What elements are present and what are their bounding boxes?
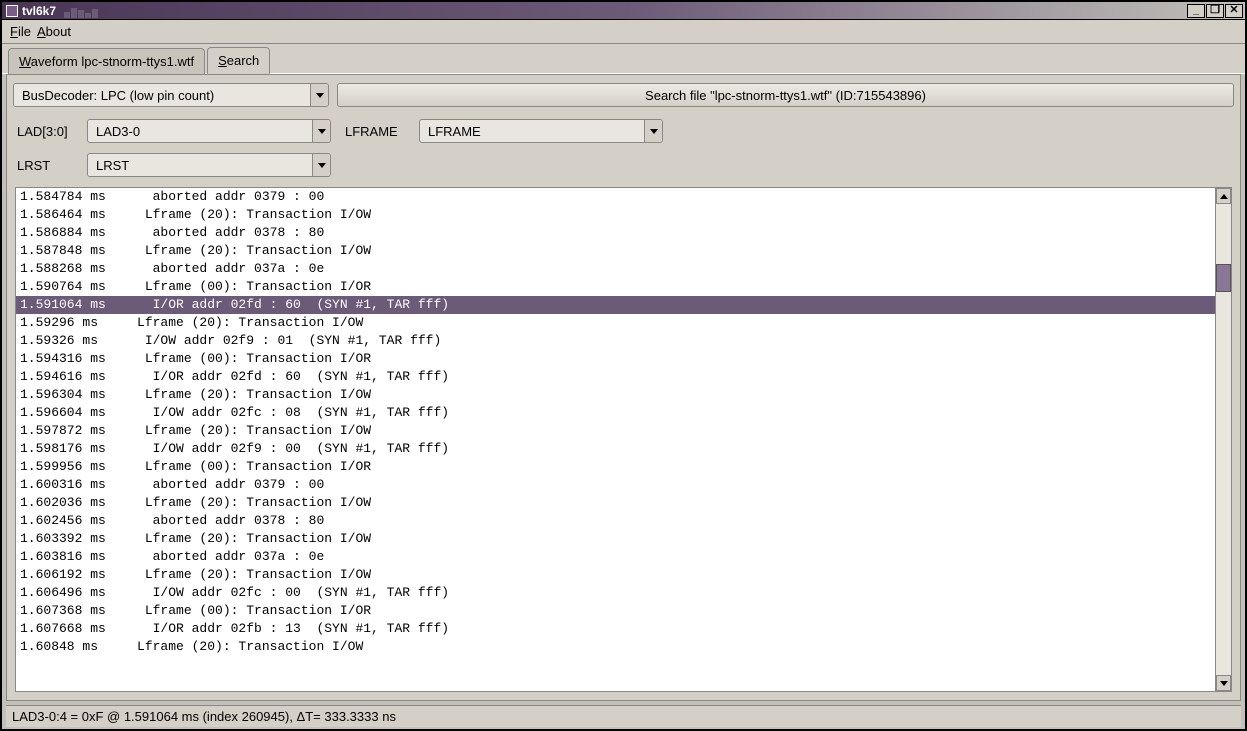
result-row[interactable]: 1.602456 ms aborted addr 0378 : 80 (16, 512, 1215, 530)
window-title: tvl6k7 (22, 4, 56, 18)
lad-combo[interactable]: LAD3-0 (87, 119, 331, 143)
result-row[interactable]: 1.607668 ms I/OR addr 02fb : 13 (SYN #1,… (16, 620, 1215, 638)
result-row[interactable]: 1.596604 ms I/OW addr 02fc : 08 (SYN #1,… (16, 404, 1215, 422)
tab-waveform-rest: aveform lpc-stnorm-ttys1.wtf (31, 54, 194, 69)
status-text: LAD3-0:4 = 0xF @ 1.591064 ms (index 2609… (12, 709, 396, 724)
lframe-combo-text: LFRAME (428, 124, 644, 139)
result-row[interactable]: 1.594316 ms Lframe (00): Transaction I/O… (16, 350, 1215, 368)
result-row[interactable]: 1.587848 ms Lframe (20): Transaction I/O… (16, 242, 1215, 260)
result-row[interactable]: 1.607368 ms Lframe (00): Transaction I/O… (16, 602, 1215, 620)
search-file-button-label: Search file "lpc-stnorm-ttys1.wtf" (ID:7… (645, 88, 926, 103)
tab-waveform[interactable]: Waveform lpc-stnorm-ttys1.wtf (8, 48, 205, 74)
scroll-thumb[interactable] (1216, 264, 1231, 292)
decoder-combo-text: BusDecoder: LPC (low pin count) (22, 88, 310, 103)
statusbar: LAD3-0:4 = 0xF @ 1.591064 ms (index 2609… (6, 705, 1241, 727)
result-row[interactable]: 1.60848 ms Lframe (20): Transaction I/OW (16, 638, 1215, 656)
chevron-down-icon[interactable] (644, 120, 662, 142)
toolbar-row: BusDecoder: LPC (low pin count) Search f… (7, 75, 1240, 115)
result-row[interactable]: 1.591064 ms I/OR addr 02fd : 60 (SYN #1,… (16, 296, 1215, 314)
scroll-down-button[interactable] (1216, 675, 1231, 691)
lframe-label: LFRAME (345, 124, 405, 139)
result-row[interactable]: 1.588268 ms aborted addr 037a : 0e (16, 260, 1215, 278)
content-panel: BusDecoder: LPC (low pin count) Search f… (6, 74, 1241, 701)
result-row[interactable]: 1.600316 ms aborted addr 0379 : 00 (16, 476, 1215, 494)
param-row-2: LRST LRST (7, 153, 1240, 187)
scroll-track[interactable] (1216, 204, 1231, 675)
result-row[interactable]: 1.59296 ms Lframe (20): Transaction I/OW (16, 314, 1215, 332)
chevron-down-icon[interactable] (310, 84, 328, 106)
titlebar[interactable]: tvl6k7 _ ❐ ✕ (2, 2, 1245, 20)
titlebar-controls: _ ❐ ✕ (1187, 4, 1245, 18)
menubar: File About (2, 20, 1245, 44)
lrst-label: LRST (17, 158, 73, 173)
param-row-1: LAD[3:0] LAD3-0 LFRAME LFRAME (7, 115, 1240, 153)
result-row[interactable]: 1.603816 ms aborted addr 037a : 0e (16, 548, 1215, 566)
lrst-combo[interactable]: LRST (87, 153, 331, 177)
result-row[interactable]: 1.596304 ms Lframe (20): Transaction I/O… (16, 386, 1215, 404)
close-icon: ✕ (1229, 5, 1238, 16)
maximize-button[interactable]: ❐ (1206, 4, 1224, 18)
results-list-wrap: 1.584784 ms aborted addr 0379 : 001.5864… (15, 187, 1232, 692)
scroll-up-button[interactable] (1216, 188, 1231, 204)
vertical-scrollbar[interactable] (1215, 188, 1231, 691)
result-row[interactable]: 1.606192 ms Lframe (20): Transaction I/O… (16, 566, 1215, 584)
app-icon (6, 5, 18, 17)
result-row[interactable]: 1.598176 ms I/OW addr 02f9 : 00 (SYN #1,… (16, 440, 1215, 458)
decoder-combo[interactable]: BusDecoder: LPC (low pin count) (13, 83, 329, 107)
result-row[interactable]: 1.586884 ms aborted addr 0378 : 80 (16, 224, 1215, 242)
results-list[interactable]: 1.584784 ms aborted addr 0379 : 001.5864… (16, 188, 1215, 691)
lad-combo-text: LAD3-0 (96, 124, 312, 139)
result-row[interactable]: 1.59326 ms I/OW addr 02f9 : 01 (SYN #1, … (16, 332, 1215, 350)
maximize-icon: ❐ (1210, 5, 1220, 16)
menu-file[interactable]: File (10, 24, 31, 39)
result-row[interactable]: 1.586464 ms Lframe (20): Transaction I/O… (16, 206, 1215, 224)
minimize-icon: _ (1193, 5, 1199, 16)
result-row[interactable]: 1.599956 ms Lframe (00): Transaction I/O… (16, 458, 1215, 476)
result-row[interactable]: 1.602036 ms Lframe (20): Transaction I/O… (16, 494, 1215, 512)
chevron-down-icon[interactable] (312, 154, 330, 176)
result-row[interactable]: 1.606496 ms I/OW addr 02fc : 00 (SYN #1,… (16, 584, 1215, 602)
titlebar-left: tvl6k7 (2, 4, 104, 18)
search-file-button[interactable]: Search file "lpc-stnorm-ttys1.wtf" (ID:7… (337, 83, 1234, 107)
menu-about[interactable]: About (37, 24, 71, 39)
tab-search[interactable]: Search (207, 47, 270, 74)
tabbar: Waveform lpc-stnorm-ttys1.wtf Search (2, 44, 1245, 74)
result-row[interactable]: 1.597872 ms Lframe (20): Transaction I/O… (16, 422, 1215, 440)
lframe-combo[interactable]: LFRAME (419, 119, 663, 143)
result-row[interactable]: 1.590764 ms Lframe (00): Transaction I/O… (16, 278, 1215, 296)
minimize-button[interactable]: _ (1187, 4, 1205, 18)
app-window: tvl6k7 _ ❐ ✕ File About Waveform lpc-stn… (0, 0, 1247, 731)
close-button[interactable]: ✕ (1225, 4, 1243, 18)
chevron-down-icon[interactable] (312, 120, 330, 142)
titlebar-deco-icon (64, 4, 104, 18)
lrst-combo-text: LRST (96, 158, 312, 173)
result-row[interactable]: 1.603392 ms Lframe (20): Transaction I/O… (16, 530, 1215, 548)
result-row[interactable]: 1.594616 ms I/OR addr 02fd : 60 (SYN #1,… (16, 368, 1215, 386)
lad-label: LAD[3:0] (17, 124, 73, 139)
result-row[interactable]: 1.584784 ms aborted addr 0379 : 00 (16, 188, 1215, 206)
